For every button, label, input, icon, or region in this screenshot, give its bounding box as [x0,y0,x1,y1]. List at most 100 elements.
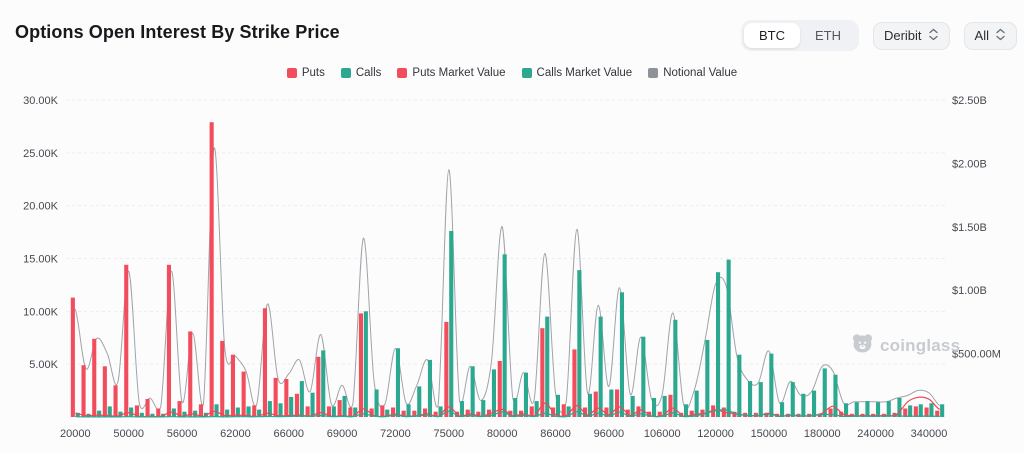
call-bar[interactable] [780,402,784,417]
call-bar[interactable] [503,254,507,417]
put-bar[interactable] [829,409,833,418]
call-bar[interactable] [513,398,517,417]
x-tick: 106000 [644,428,681,440]
x-tick: 69000 [327,428,358,440]
call-bar[interactable] [375,390,379,418]
call-bar[interactable] [545,317,549,417]
call-bar[interactable] [471,366,475,417]
put-bar[interactable] [167,265,171,417]
put-bar[interactable] [114,385,118,417]
x-tick: 150000 [751,428,788,440]
x-tick: 240000 [857,428,894,440]
put-bar[interactable] [380,405,384,417]
call-bar[interactable] [705,340,709,417]
put-bar[interactable] [274,378,278,417]
put-bar[interactable] [103,366,107,417]
put-bar[interactable] [220,341,224,417]
call-bar[interactable] [801,394,805,417]
call-bar[interactable] [311,393,315,417]
y-tick-left: 5.00K [29,359,58,371]
call-bar[interactable] [812,391,816,417]
call-bar[interactable] [727,260,731,417]
call-bar[interactable] [481,400,485,417]
call-bar[interactable] [716,272,720,417]
call-bar[interactable] [673,320,677,417]
call-bar[interactable] [908,405,912,417]
call-bar[interactable] [343,396,347,417]
put-bar[interactable] [316,357,320,417]
call-bar[interactable] [279,403,283,417]
put-bar[interactable] [188,331,192,417]
call-bar[interactable] [97,411,101,417]
put-bar[interactable] [562,404,566,417]
call-bar[interactable] [759,382,763,417]
call-bar[interactable] [833,375,837,417]
put-bar[interactable] [210,122,214,417]
call-bar[interactable] [695,391,699,417]
call-bar[interactable] [929,403,933,417]
put-bar[interactable] [914,406,918,417]
call-bar[interactable] [599,317,603,417]
call-bar[interactable] [460,401,464,417]
put-bar[interactable] [338,400,342,417]
put-bar[interactable] [82,365,86,417]
y-tick-right: $1.00B [952,285,987,297]
put-bar[interactable] [199,404,203,417]
y-tick-left: 25.00K [23,148,59,160]
call-bar[interactable] [919,404,923,417]
call-bar[interactable] [791,382,795,417]
put-bar[interactable] [359,313,363,417]
call-bar[interactable] [300,381,304,417]
call-bar[interactable] [684,404,688,417]
call-bar[interactable] [876,402,880,417]
call-bar[interactable] [620,292,624,417]
put-bar[interactable] [242,372,246,417]
call-bar[interactable] [524,373,528,417]
put-bar[interactable] [231,355,235,417]
put-bar[interactable] [348,408,352,418]
put-bar[interactable] [498,361,502,417]
call-bar[interactable] [396,348,400,417]
call-bar[interactable] [887,401,891,417]
chart-canvas[interactable]: 5.00K10.00K15.00K20.00K25.00K30.00K$500.… [0,0,1024,453]
x-tick: 50000 [113,428,144,440]
call-bar[interactable] [289,397,293,417]
call-bar[interactable] [321,350,325,417]
call-bar[interactable] [577,270,581,417]
put-bar[interactable] [124,265,128,417]
put-bar[interactable] [156,409,160,418]
call-bar[interactable] [652,398,656,417]
put-bar[interactable] [71,298,75,417]
call-bar[interactable] [428,360,432,417]
y-tick-right: $2.50B [952,95,987,107]
call-bar[interactable] [940,404,944,417]
call-bar[interactable] [492,369,496,417]
put-bar[interactable] [92,339,96,417]
call-bar[interactable] [407,404,411,417]
put-bar[interactable] [444,322,448,417]
x-tick: 20000 [60,428,91,440]
call-bar[interactable] [364,311,368,417]
call-bar[interactable] [855,402,859,417]
call-bar[interactable] [769,354,773,417]
y-tick-right: $2.00B [952,158,987,170]
call-bar[interactable] [748,381,752,417]
put-bar[interactable] [284,379,288,417]
put-bar[interactable] [146,399,150,417]
call-bar[interactable] [332,406,336,417]
put-bar[interactable] [252,405,256,417]
put-bar[interactable] [263,308,267,417]
put-bar[interactable] [295,394,299,417]
call-bar[interactable] [737,355,741,417]
y-tick-left: 10.00K [23,306,59,318]
call-bar[interactable] [449,231,453,417]
call-bar[interactable] [417,386,421,417]
call-bar[interactable] [865,401,869,417]
x-tick: 120000 [697,428,734,440]
x-tick: 86000 [540,428,571,440]
y-tick-left: 15.00K [23,254,59,266]
call-bar[interactable] [556,395,560,417]
x-tick: 72000 [380,428,411,440]
call-bar[interactable] [641,337,645,417]
call-bar[interactable] [215,404,219,417]
